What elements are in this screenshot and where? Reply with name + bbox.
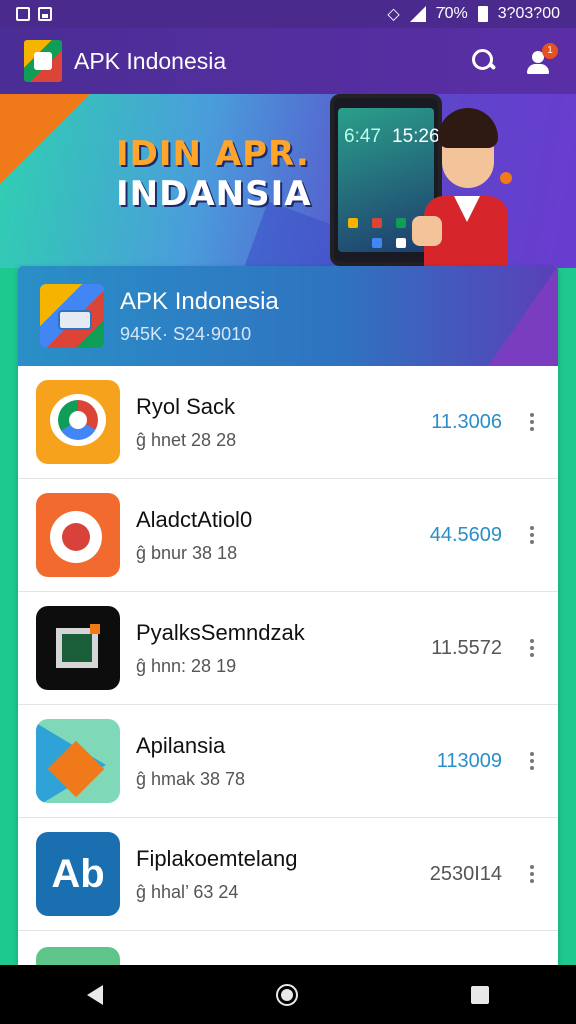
card-header-text: APK Indonesia 945K· S24·9010 bbox=[120, 288, 279, 345]
banner-orange-dot bbox=[500, 172, 512, 184]
banner-person-illustration bbox=[412, 104, 510, 268]
app-count: 44.5609 bbox=[429, 523, 502, 546]
app-count: 113009 bbox=[436, 749, 502, 772]
app-row[interactable]: Ab Fiplakoemtelang ĝ hhal’ 63 24 2530I14 bbox=[18, 818, 558, 931]
app-bar: APK Indonesia 1 bbox=[0, 28, 576, 94]
signal-icon bbox=[409, 6, 426, 22]
app-name: Fiplakoemtelang bbox=[136, 845, 298, 871]
card-header: APK Indonesia 945K· S24·9010 bbox=[18, 266, 558, 366]
recent-apps-icon[interactable] bbox=[471, 985, 490, 1004]
app-meta: ĝ hnn: 28 19 bbox=[136, 655, 237, 676]
gear-app-icon bbox=[36, 493, 120, 577]
app-info: AladctAtiol0 ĝ bnur 38 18 bbox=[136, 507, 430, 564]
app-count: 2530I14 bbox=[429, 862, 502, 885]
home-icon[interactable] bbox=[275, 983, 298, 1006]
app-meta: ĝ bnur 38 18 bbox=[136, 542, 238, 563]
more-vert-icon[interactable] bbox=[530, 526, 534, 544]
back-icon[interactable] bbox=[86, 984, 103, 1005]
app-name: AladctAtiol0 bbox=[136, 506, 253, 532]
partial-app-icon bbox=[36, 947, 120, 966]
notification-square-icon bbox=[16, 7, 30, 21]
more-vert-icon[interactable] bbox=[530, 639, 534, 657]
app-info: PyalksSemndzak ĝ hnn: 28 19 bbox=[136, 620, 431, 677]
card-title: APK Indonesia bbox=[120, 287, 279, 315]
ab-app-icon: Ab bbox=[36, 832, 120, 916]
app-row[interactable]: PyalksSemndzak ĝ hnn: 28 19 11.5572 bbox=[18, 592, 558, 705]
app-logo-icon[interactable] bbox=[24, 40, 62, 82]
status-time: 3?03?00 bbox=[497, 5, 560, 22]
search-icon[interactable] bbox=[472, 49, 496, 73]
banner-line-1: IDIN APR. bbox=[116, 134, 310, 174]
banner-orange-shape bbox=[0, 94, 90, 184]
app-info: Ryol Sack ĝ hnet 28 28 bbox=[136, 394, 431, 451]
app-name: Apilansia bbox=[136, 732, 226, 758]
banner-headline: IDIN APR. INDANSIA bbox=[116, 134, 312, 214]
apps-card: APK Indonesia 945K· S24·9010 Ryol Sack ĝ… bbox=[18, 266, 558, 966]
more-vert-icon[interactable] bbox=[530, 413, 534, 431]
battery-icon bbox=[477, 6, 488, 22]
chrome-style-icon bbox=[36, 380, 120, 464]
terminal-app-icon bbox=[36, 606, 120, 690]
thumbs-up-icon bbox=[412, 216, 442, 246]
image-icon bbox=[38, 7, 52, 21]
app-title: APK Indonesia bbox=[74, 47, 227, 74]
app-count: 11.3006 bbox=[431, 410, 502, 433]
app-list: Ryol Sack ĝ hnet 28 28 11.3006 AladctAti… bbox=[18, 366, 558, 931]
navigation-bar bbox=[0, 965, 576, 1024]
app-info: Fiplakoemtelang ĝ hhal’ 63 24 bbox=[136, 846, 430, 903]
app-bar-actions: 1 bbox=[472, 43, 558, 75]
app-row[interactable]: Apilansia ĝ hmak 38 78 113009 bbox=[18, 705, 558, 818]
promo-banner[interactable]: IDIN APR. INDANSIA 6:47 15:26 bbox=[0, 94, 576, 268]
more-vert-icon[interactable] bbox=[530, 865, 534, 883]
card-logo-icon bbox=[40, 284, 104, 348]
app-count: 11.5572 bbox=[431, 636, 502, 659]
app-row-partial[interactable] bbox=[18, 931, 558, 966]
notification-badge: 1 bbox=[542, 43, 558, 59]
status-left bbox=[16, 7, 52, 21]
app-name: Ryol Sack bbox=[136, 393, 236, 419]
battery-percent: 7̇0% bbox=[435, 5, 468, 22]
app-meta: ĝ hmak 38 78 bbox=[136, 768, 246, 789]
app-meta: ĝ hnet 28 28 bbox=[136, 429, 237, 450]
card-subtitle: 945K· S24·9010 bbox=[120, 323, 252, 344]
person-hair bbox=[438, 108, 498, 148]
app-name: PyalksSemndzak bbox=[136, 619, 305, 645]
status-right: ◇ 7̇0% 3?03?00 bbox=[387, 4, 560, 24]
app-row[interactable]: AladctAtiol0 ĝ bnur 38 18 44.5609 bbox=[18, 479, 558, 592]
more-vert-icon[interactable] bbox=[530, 752, 534, 770]
app-info: Apilansia ĝ hmak 38 78 bbox=[136, 733, 437, 790]
app-meta: ĝ hhal’ 63 24 bbox=[136, 881, 239, 902]
wifi-icon: ◇ bbox=[387, 6, 400, 23]
notification-user-icon[interactable]: 1 bbox=[526, 43, 558, 75]
user-body bbox=[527, 64, 549, 74]
play-store-icon bbox=[36, 719, 120, 803]
banner-line-2: INDANSIA bbox=[116, 174, 312, 214]
app-row[interactable]: Ryol Sack ĝ hnet 28 28 11.3006 bbox=[18, 366, 558, 479]
status-bar: ◇ 7̇0% 3?03?00 bbox=[0, 0, 576, 28]
phone-clock-1: 6:47 bbox=[344, 126, 381, 147]
